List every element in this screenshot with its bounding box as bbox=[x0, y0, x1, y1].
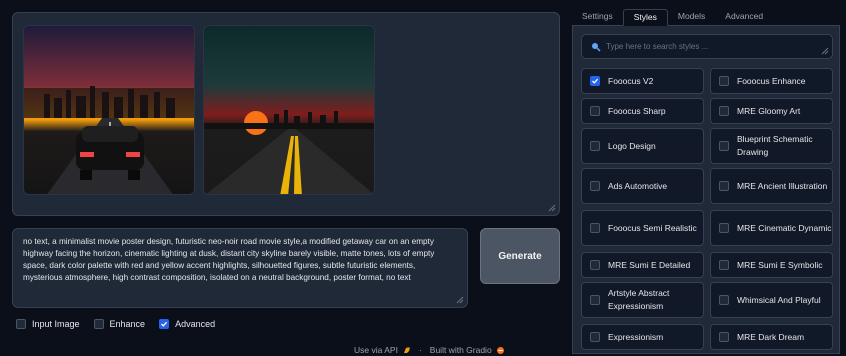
style-label: MRE Sumi E Symbolic bbox=[737, 259, 823, 270]
footer: Use via API · Built with Gradio bbox=[354, 345, 505, 355]
poster-sunset-road-image bbox=[204, 26, 374, 194]
style-option[interactable]: Artstyle Abstract Expressionism bbox=[581, 282, 704, 318]
checkbox-box[interactable] bbox=[590, 181, 600, 191]
checkbox-box[interactable] bbox=[590, 260, 600, 270]
style-option[interactable]: Logo Design bbox=[581, 128, 704, 164]
style-option[interactable]: MRE Gloomy Art bbox=[710, 98, 833, 124]
style-option[interactable]: MRE Ancient Illustration bbox=[710, 168, 833, 204]
style-label: Whimsical And Playful bbox=[737, 294, 821, 305]
tab-advanced[interactable]: Advanced bbox=[715, 9, 773, 26]
style-option[interactable]: Fooocus V2 bbox=[581, 68, 704, 94]
style-option[interactable]: MRE Cinematic Dynamic bbox=[710, 210, 833, 246]
resize-grip-icon[interactable] bbox=[455, 295, 464, 304]
style-option[interactable]: Blueprint Schematic Drawing bbox=[710, 128, 833, 164]
checkbox-box[interactable] bbox=[159, 319, 170, 329]
checkbox-box[interactable] bbox=[590, 295, 600, 305]
options-row: Input Image Enhance Advanced bbox=[16, 319, 215, 329]
style-option[interactable]: MRE Dark Dream bbox=[710, 324, 833, 350]
tab-models[interactable]: Models bbox=[668, 9, 715, 26]
style-option[interactable]: Fooocus Enhance bbox=[710, 68, 833, 94]
gradio-logo-icon bbox=[496, 346, 504, 354]
check-icon bbox=[161, 321, 168, 327]
style-label: MRE Ancient Illustration bbox=[737, 180, 828, 191]
checkbox-box[interactable] bbox=[719, 295, 729, 305]
checkbox-box[interactable] bbox=[719, 106, 729, 116]
style-label: Artstyle Abstract Expressionism bbox=[608, 288, 670, 311]
resize-grip-icon[interactable] bbox=[820, 46, 829, 55]
checkbox-box[interactable] bbox=[16, 319, 26, 329]
checkbox-box[interactable] bbox=[719, 76, 729, 86]
built-with-gradio-link[interactable]: Built with Gradio bbox=[430, 345, 492, 355]
advanced-label: Advanced bbox=[175, 319, 216, 329]
style-label: MRE Gloomy Art bbox=[737, 105, 801, 116]
style-option[interactable]: Whimsical And Playful bbox=[710, 282, 833, 318]
checkbox-box[interactable] bbox=[590, 332, 600, 342]
style-label: Fooocus Enhance bbox=[737, 75, 806, 86]
settings-tabs: Settings Styles Models Advanced bbox=[572, 9, 840, 26]
checkbox-box[interactable] bbox=[590, 223, 600, 233]
enhance-label: Enhance bbox=[109, 319, 146, 329]
styles-panel: Type here to search styles ... Fooocus V… bbox=[572, 26, 840, 354]
rocket-icon bbox=[403, 346, 410, 353]
gallery-image-2[interactable] bbox=[203, 25, 375, 195]
use-via-api-link[interactable]: Use via API bbox=[354, 345, 398, 355]
checkbox-box[interactable] bbox=[719, 141, 729, 151]
checkbox-box[interactable] bbox=[719, 181, 729, 191]
style-label: Fooocus Sharp bbox=[608, 105, 666, 116]
style-search-input[interactable]: Type here to search styles ... bbox=[581, 34, 833, 59]
style-label: MRE Cinematic Dynamic bbox=[737, 222, 832, 233]
style-label: MRE Sumi E Detailed bbox=[608, 259, 691, 270]
advanced-checkbox[interactable]: Advanced bbox=[159, 319, 215, 329]
style-option[interactable]: Ads Automotive bbox=[581, 168, 704, 204]
resize-grip-icon[interactable] bbox=[547, 203, 556, 212]
poster-car-rear-image bbox=[24, 26, 194, 194]
style-option[interactable]: Expressionism bbox=[581, 324, 704, 350]
checkbox-box[interactable] bbox=[719, 223, 729, 233]
style-option[interactable]: Fooocus Sharp bbox=[581, 98, 704, 124]
prompt-text: no text, a minimalist movie poster desig… bbox=[23, 237, 435, 282]
checkbox-box[interactable] bbox=[590, 106, 600, 116]
checkbox-box[interactable] bbox=[590, 76, 600, 86]
style-label: MRE Dark Dream bbox=[737, 331, 805, 342]
search-icon bbox=[592, 43, 601, 52]
enhance-checkbox[interactable]: Enhance bbox=[93, 319, 146, 329]
gallery-image-1[interactable] bbox=[23, 25, 195, 195]
style-label: Logo Design bbox=[608, 140, 656, 151]
search-placeholder: Type here to search styles ... bbox=[606, 42, 709, 51]
style-label: Ads Automotive bbox=[608, 180, 668, 191]
check-icon bbox=[592, 78, 599, 84]
style-label: Fooocus V2 bbox=[608, 75, 654, 86]
checkbox-box[interactable] bbox=[719, 260, 729, 270]
style-option[interactable]: MRE Sumi E Detailed bbox=[581, 252, 704, 278]
checkbox-box[interactable] bbox=[719, 332, 729, 342]
input-image-checkbox[interactable]: Input Image bbox=[16, 319, 80, 329]
prompt-textarea[interactable]: no text, a minimalist movie poster desig… bbox=[12, 228, 468, 308]
style-label: Blueprint Schematic Drawing bbox=[737, 134, 813, 157]
style-option[interactable]: Fooocus Semi Realistic bbox=[581, 210, 704, 246]
checkbox-box[interactable] bbox=[93, 319, 104, 329]
tab-settings[interactable]: Settings bbox=[572, 9, 623, 26]
style-label: Expressionism bbox=[608, 331, 664, 342]
footer-separator: · bbox=[418, 345, 422, 355]
input-image-label: Input Image bbox=[32, 319, 80, 329]
image-gallery bbox=[12, 12, 560, 216]
tab-styles[interactable]: Styles bbox=[622, 9, 668, 26]
style-label: Fooocus Semi Realistic bbox=[608, 222, 697, 233]
generate-button[interactable]: Generate bbox=[480, 228, 560, 284]
style-option[interactable]: MRE Sumi E Symbolic bbox=[710, 252, 833, 278]
checkbox-box[interactable] bbox=[590, 141, 600, 151]
